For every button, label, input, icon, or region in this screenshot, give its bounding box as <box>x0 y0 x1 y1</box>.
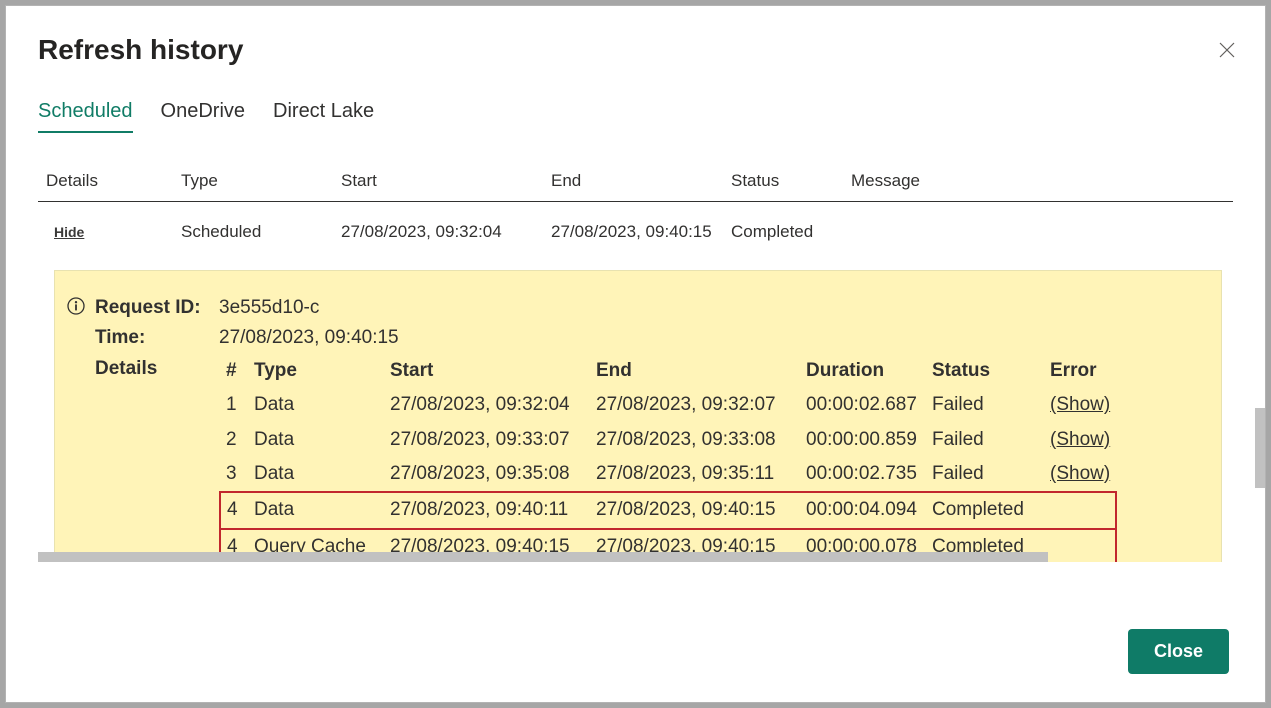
detail-cell-type: Data <box>248 388 384 422</box>
show-error-link[interactable]: (Show) <box>1050 394 1110 415</box>
dh-status: Status <box>926 354 1044 388</box>
detail-cell-type: Data <box>248 492 384 528</box>
row-end: 27/08/2023, 09:40:15 <box>551 222 731 242</box>
detail-cell-start: 27/08/2023, 09:33:07 <box>384 423 590 457</box>
horizontal-scrollbar[interactable] <box>38 552 1048 562</box>
detail-cell-end: 27/08/2023, 09:40:15 <box>590 492 800 528</box>
detail-cell-duration: 00:00:00.859 <box>800 423 926 457</box>
hide-link[interactable]: Hide <box>46 224 84 240</box>
detail-cell-error <box>1044 492 1116 528</box>
detail-cell-start: 27/08/2023, 09:40:11 <box>384 492 590 528</box>
detail-cell-idx: 1 <box>220 388 248 422</box>
show-error-link[interactable]: (Show) <box>1050 463 1110 484</box>
col-header-message: Message <box>851 171 1225 191</box>
dh-idx: # <box>220 354 248 388</box>
details-label: Details <box>95 354 219 562</box>
time-label: Time: <box>95 323 219 353</box>
vertical-scrollbar[interactable] <box>1255 408 1265 488</box>
detail-cell-idx: 2 <box>220 423 248 457</box>
col-header-end: End <box>551 171 731 191</box>
detail-cell-start: 27/08/2023, 09:32:04 <box>384 388 590 422</box>
request-id-label: Request ID: <box>95 293 219 323</box>
info-icon <box>67 297 85 315</box>
detail-cell-error[interactable]: (Show) <box>1044 457 1116 492</box>
close-icon[interactable] <box>1219 42 1235 58</box>
close-button[interactable]: Close <box>1128 629 1229 674</box>
col-header-type: Type <box>181 171 341 191</box>
detail-table: # Type Start End Duration Status Error 1… <box>219 354 1117 562</box>
detail-cell-idx: 4 <box>220 492 248 528</box>
row-message <box>851 222 1225 242</box>
detail-cell-duration: 00:00:02.687 <box>800 388 926 422</box>
detail-row: 3Data27/08/2023, 09:35:0827/08/2023, 09:… <box>220 457 1116 492</box>
dialog-title: Refresh history <box>38 34 243 66</box>
col-header-status: Status <box>731 171 851 191</box>
tab-onedrive[interactable]: OneDrive <box>161 100 245 133</box>
detail-cell-idx: 3 <box>220 457 248 492</box>
detail-cell-type: Data <box>248 457 384 492</box>
history-grid: Details Type Start End Status Message Hi… <box>38 165 1233 242</box>
detail-cell-status: Completed <box>926 492 1044 528</box>
detail-cell-type: Data <box>248 423 384 457</box>
detail-cell-start: 27/08/2023, 09:35:08 <box>384 457 590 492</box>
dh-type: Type <box>248 354 384 388</box>
detail-scroll-area: Request ID: 3e555d10-c Time: 27/08/2023,… <box>38 242 1233 562</box>
detail-cell-end: 27/08/2023, 09:35:11 <box>590 457 800 492</box>
time-value: 27/08/2023, 09:40:15 <box>219 323 399 353</box>
dh-duration: Duration <box>800 354 926 388</box>
detail-cell-error[interactable]: (Show) <box>1044 388 1116 422</box>
request-id-value: 3e555d10-c <box>219 293 319 323</box>
row-start: 27/08/2023, 09:32:04 <box>341 222 551 242</box>
tab-scheduled[interactable]: Scheduled <box>38 100 133 133</box>
detail-row: 4Data27/08/2023, 09:40:1127/08/2023, 09:… <box>220 492 1116 528</box>
dh-error: Error <box>1044 354 1116 388</box>
col-header-details: Details <box>46 171 181 191</box>
col-header-start: Start <box>341 171 551 191</box>
grid-row: Hide Scheduled 27/08/2023, 09:32:04 27/0… <box>38 202 1233 242</box>
detail-header-row: # Type Start End Duration Status Error <box>220 354 1116 388</box>
detail-cell-error <box>1044 529 1116 562</box>
grid-header: Details Type Start End Status Message <box>38 165 1233 202</box>
detail-row: 1Data27/08/2023, 09:32:0427/08/2023, 09:… <box>220 388 1116 422</box>
detail-cell-duration: 00:00:02.735 <box>800 457 926 492</box>
detail-cell-status: Failed <box>926 388 1044 422</box>
detail-panel: Request ID: 3e555d10-c Time: 27/08/2023,… <box>54 270 1222 562</box>
refresh-history-dialog: Refresh history Scheduled OneDrive Direc… <box>5 5 1266 703</box>
tab-bar: Scheduled OneDrive Direct Lake <box>6 66 1265 133</box>
detail-cell-status: Failed <box>926 423 1044 457</box>
dh-end: End <box>590 354 800 388</box>
row-status: Completed <box>731 222 851 242</box>
detail-cell-end: 27/08/2023, 09:33:08 <box>590 423 800 457</box>
dh-start: Start <box>384 354 590 388</box>
row-type: Scheduled <box>181 222 341 242</box>
detail-cell-status: Failed <box>926 457 1044 492</box>
detail-cell-end: 27/08/2023, 09:32:07 <box>590 388 800 422</box>
show-error-link[interactable]: (Show) <box>1050 429 1110 450</box>
detail-cell-duration: 00:00:04.094 <box>800 492 926 528</box>
tab-directlake[interactable]: Direct Lake <box>273 100 374 133</box>
detail-cell-error[interactable]: (Show) <box>1044 423 1116 457</box>
detail-row: 2Data27/08/2023, 09:33:0727/08/2023, 09:… <box>220 423 1116 457</box>
